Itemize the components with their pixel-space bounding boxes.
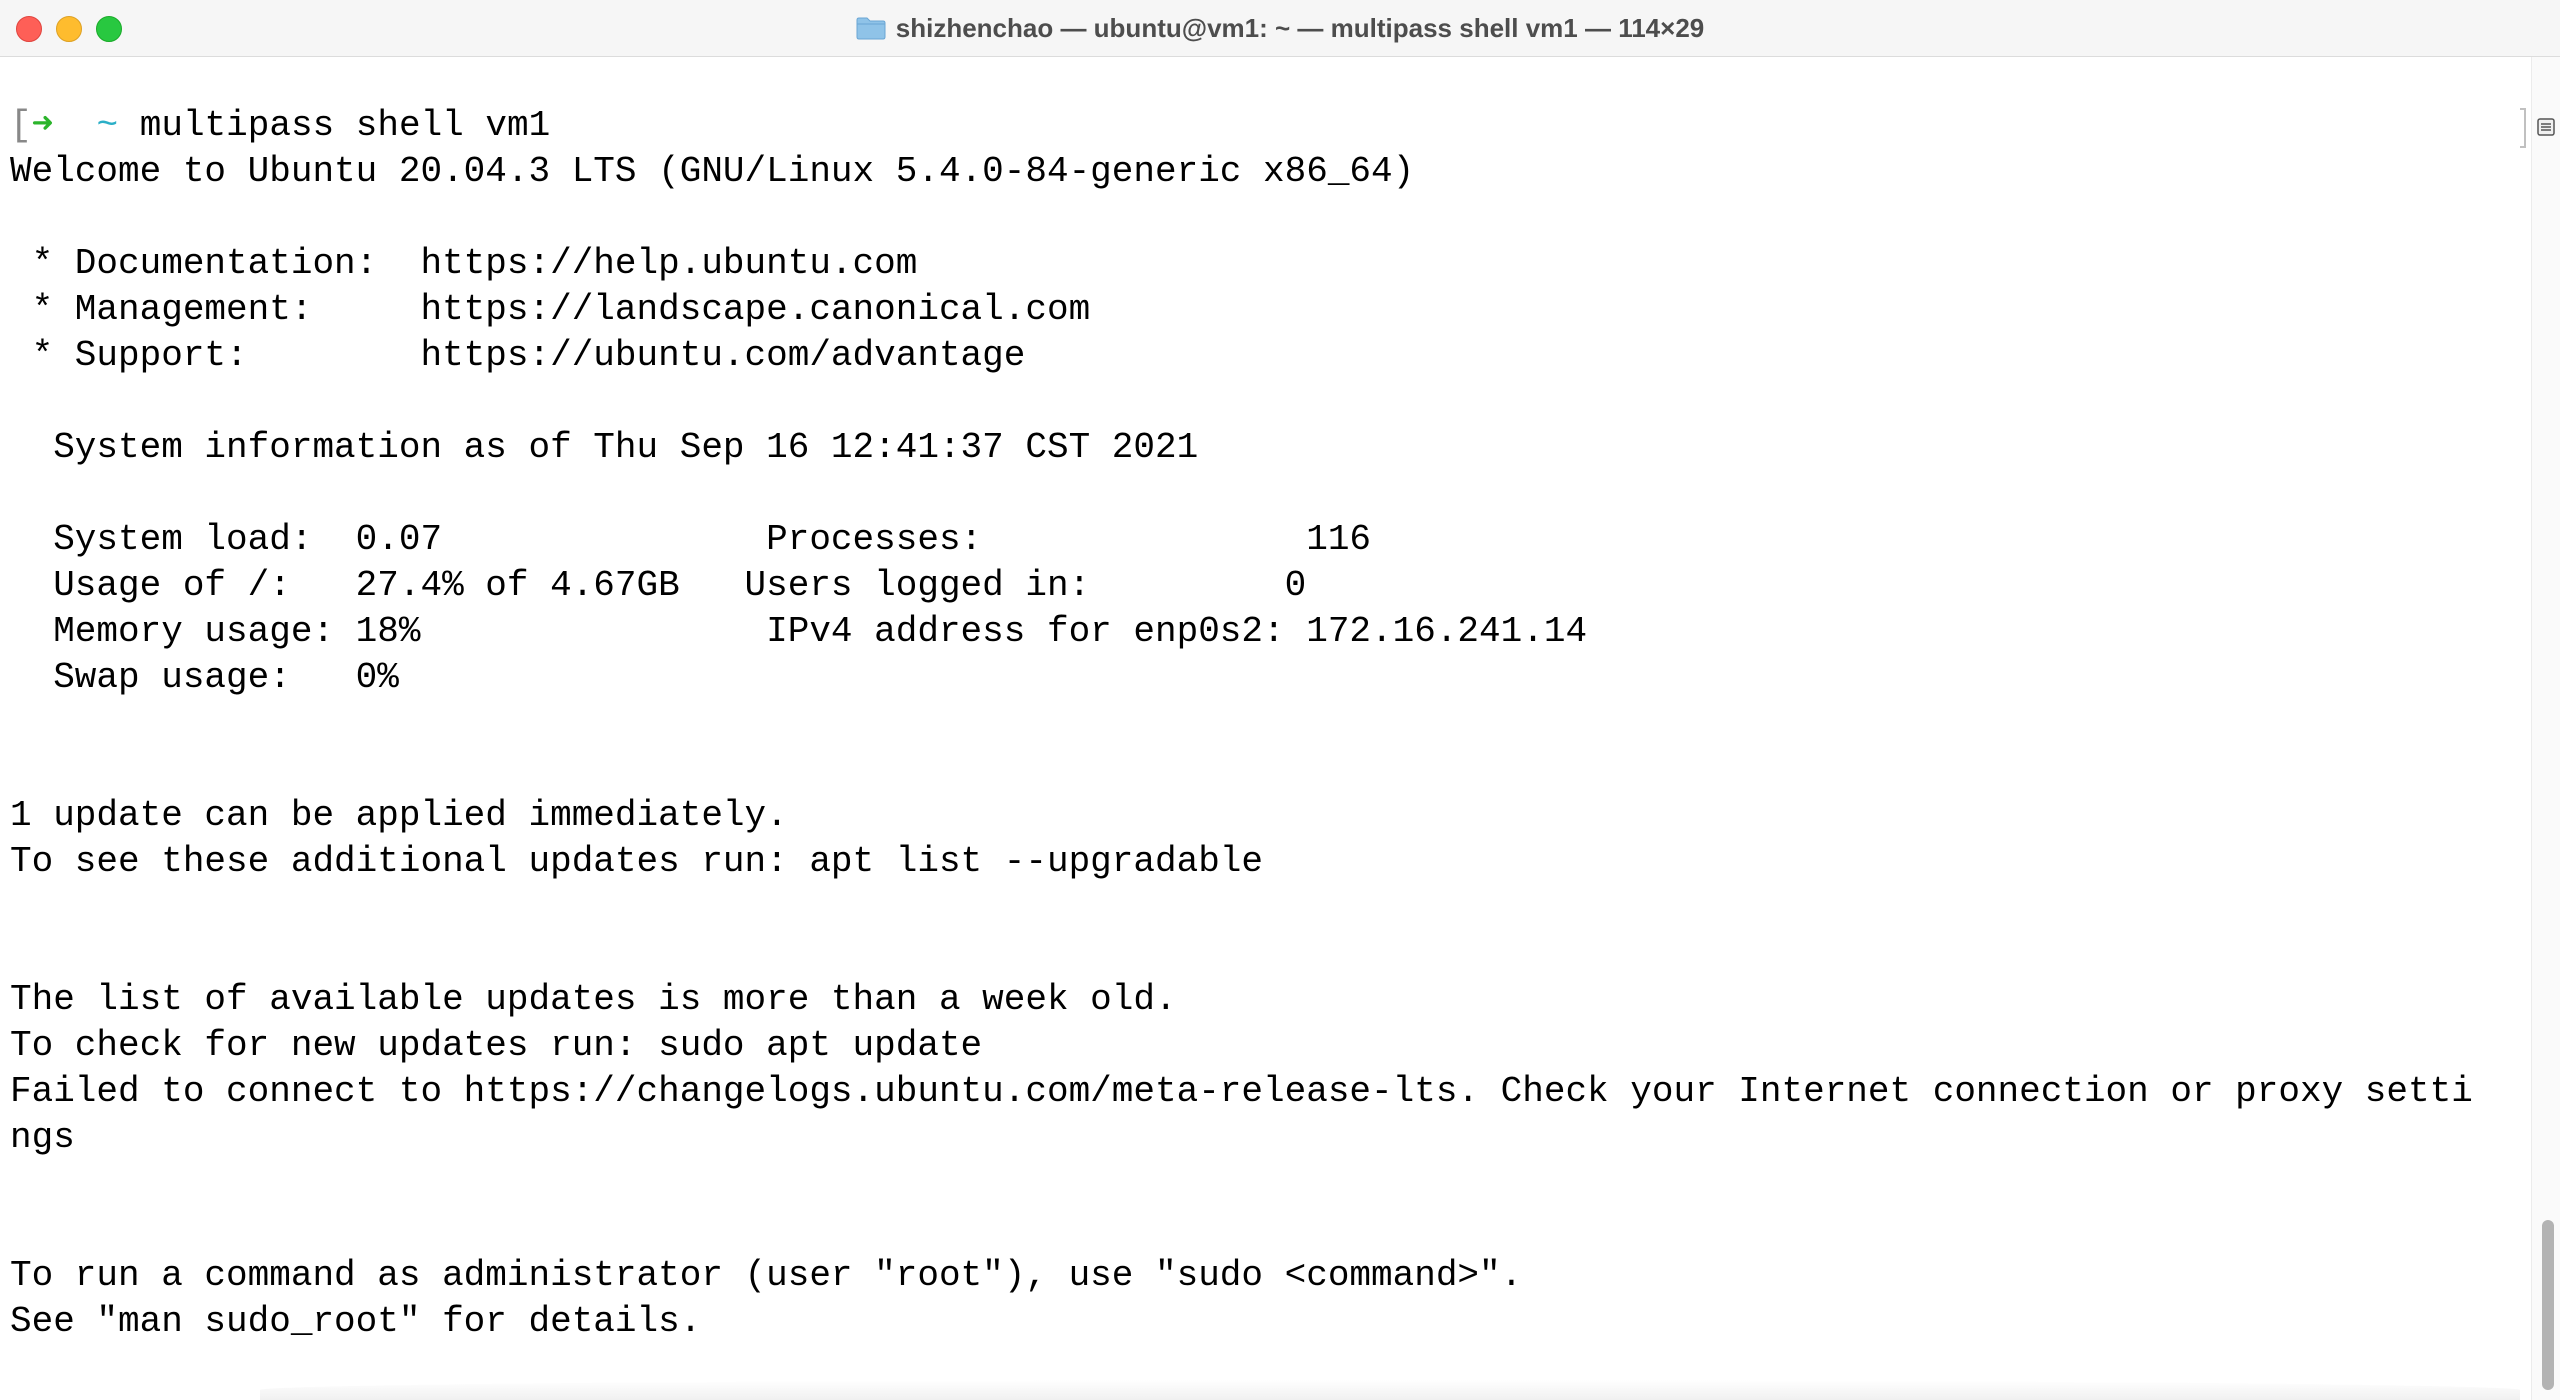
connection-failed-line-1: Failed to connect to https://changelogs.… bbox=[10, 1071, 2473, 1112]
folder-icon bbox=[856, 16, 886, 40]
window-title: shizhenchao — ubuntu@vm1: ~ — multipass … bbox=[895, 12, 1705, 43]
prompt-cwd: ~ bbox=[96, 105, 119, 146]
stale-updates-line-2: To check for new updates run: sudo apt u… bbox=[10, 1025, 983, 1066]
title-bar[interactable]: shizhenchao — ubuntu@vm1: ~ — multipass … bbox=[0, 0, 2560, 57]
scrollbar-thumb[interactable] bbox=[2542, 1220, 2554, 1390]
welcome-line: Welcome to Ubuntu 20.04.3 LTS (GNU/Linux… bbox=[10, 151, 1415, 192]
prompt-line: [➜ ~ multipass shell vm1 bbox=[10, 103, 550, 149]
support-line: * Support: https://ubuntu.com/advantage bbox=[10, 335, 1026, 376]
line-marker bbox=[2520, 108, 2526, 148]
scrollbar[interactable] bbox=[2531, 57, 2560, 1400]
window-title-area: shizhenchao — ubuntu@vm1: ~ — multipass … bbox=[0, 0, 2560, 56]
connection-failed-line-2: ngs bbox=[10, 1117, 75, 1158]
disk-usage-line: Usage of /: 27.4% of 4.67GB Users logged… bbox=[10, 565, 1307, 606]
update-line-2: To see these additional updates run: apt… bbox=[10, 841, 1264, 882]
stale-updates-line-1: The list of available updates is more th… bbox=[10, 979, 1177, 1020]
bottom-shadow bbox=[260, 1380, 2520, 1400]
prompt-command: multipass shell vm1 bbox=[139, 105, 551, 146]
memory-usage-line: Memory usage: 18% IPv4 address for enp0s… bbox=[10, 611, 1588, 652]
admin-hint-line-2: See "man sudo_root" for details. bbox=[10, 1301, 702, 1342]
scroll-menu-icon[interactable] bbox=[2536, 117, 2556, 137]
system-load-line: System load: 0.07 Processes: 116 bbox=[10, 519, 1372, 560]
terminal-window: shizhenchao — ubuntu@vm1: ~ — multipass … bbox=[0, 0, 2560, 1400]
update-line-1: 1 update can be applied immediately. bbox=[10, 795, 788, 836]
swap-usage-line: Swap usage: 0% bbox=[10, 657, 399, 698]
sysinfo-header: System information as of Thu Sep 16 12:4… bbox=[10, 427, 1199, 468]
documentation-line: * Documentation: https://help.ubuntu.com bbox=[10, 243, 918, 284]
management-line: * Management: https://landscape.canonica… bbox=[10, 289, 1091, 330]
prompt-arrow-icon: ➜ bbox=[31, 105, 54, 146]
admin-hint-line-1: To run a command as administrator (user … bbox=[10, 1255, 1523, 1296]
terminal-content[interactable]: [➜ ~ multipass shell vm1 Welcome to Ubun… bbox=[0, 57, 2520, 1400]
prompt-bracket: [ bbox=[10, 105, 32, 146]
